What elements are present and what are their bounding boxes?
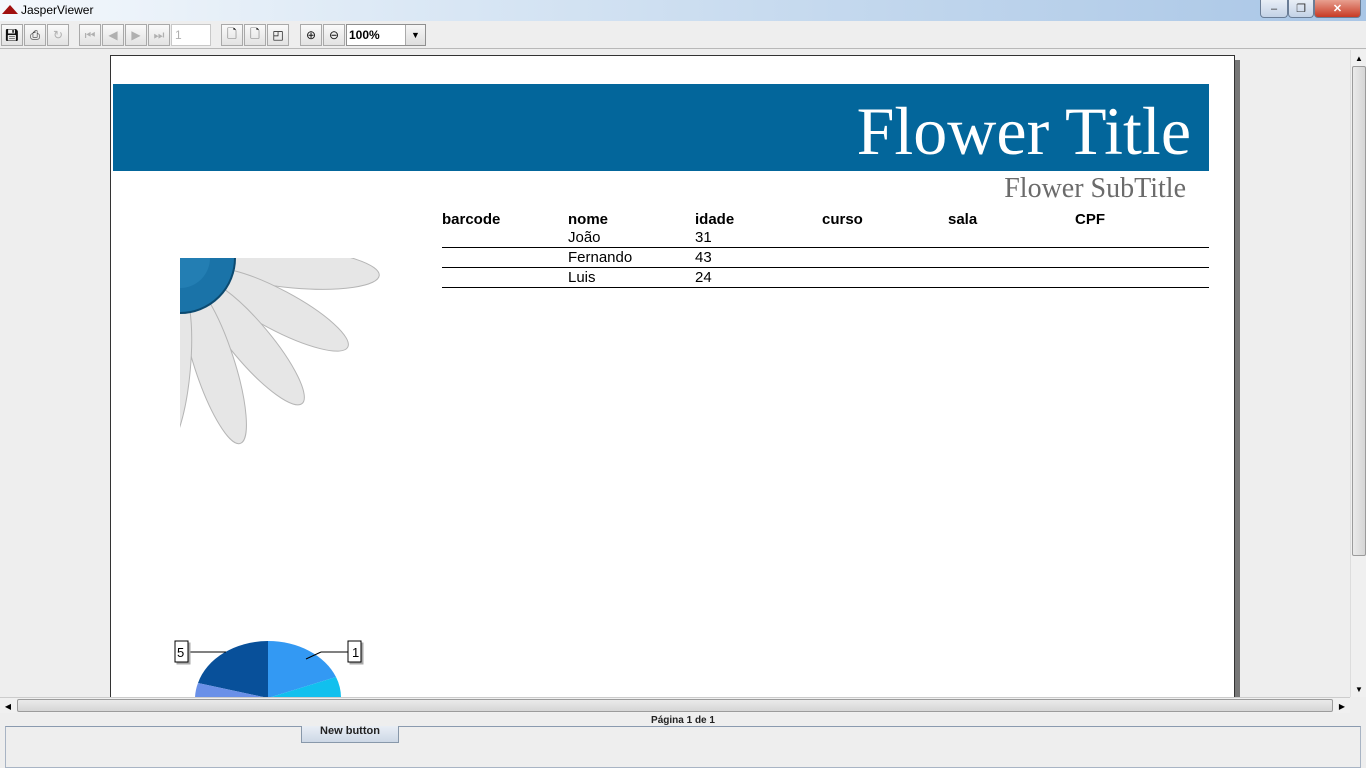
cell-idade: 43 [695, 249, 712, 266]
scroll-up-icon[interactable]: ▲ [1351, 50, 1366, 66]
zoom-select[interactable]: 100% ▼ [346, 24, 426, 46]
last-page-button[interactable]: ⏭ [148, 24, 170, 46]
row-divider [442, 287, 1209, 288]
save-button[interactable]: 💾︎ [1, 24, 23, 46]
chevron-down-icon[interactable]: ▼ [405, 25, 425, 45]
title-banner: Flower Title [113, 84, 1209, 171]
last-page-icon: ⏭ [153, 27, 165, 42]
title-bar: JasperViewer – ❐ ✕ [0, 0, 1366, 21]
toolbar: 💾︎ ⎙ ↻ ⏮ ◀ ▶ ⏭ 1 🗋 🗋 ◰ ⊕ ⊖ 100% ▼ [0, 21, 1366, 49]
new-button[interactable]: New button [301, 726, 399, 743]
cell-nome: Luis [568, 269, 596, 286]
horizontal-scroll-thumb[interactable] [17, 699, 1333, 712]
cell-idade: 24 [695, 269, 712, 286]
zoom-out-button[interactable]: ⊖ [323, 24, 345, 46]
scroll-down-icon[interactable]: ▼ [1351, 681, 1366, 697]
row-divider [442, 267, 1209, 268]
flower-image [180, 258, 380, 453]
report-title: Flower Title [856, 93, 1191, 169]
page-icon: 🗋 [227, 26, 237, 41]
reload-icon: ↻ [52, 28, 64, 42]
vertical-scroll-thumb[interactable] [1352, 66, 1366, 556]
fit-page-button[interactable]: 🗋 [244, 24, 266, 46]
zoom-out-icon: ⊖ [328, 28, 340, 42]
cell-nome: Fernando [568, 249, 633, 266]
next-page-button[interactable]: ▶ [125, 24, 147, 46]
column-header-cpf: CPF [1075, 211, 1105, 228]
restore-button[interactable]: ❐ [1288, 0, 1314, 18]
row-divider [442, 247, 1209, 248]
previous-page-button[interactable]: ◀ [102, 24, 124, 46]
horizontal-scrollbar[interactable]: ◀ ▶ [0, 697, 1350, 713]
fit-page-icon: 🗋 [250, 26, 260, 41]
report-page: Flower Title Flower SubTitle barcode nom… [110, 55, 1235, 697]
column-header-nome: nome [568, 211, 609, 228]
pie-label-right: 1 [352, 645, 360, 660]
pie-chart [174, 640, 362, 697]
window-title: JasperViewer [21, 3, 94, 17]
scroll-left-icon[interactable]: ◀ [0, 698, 16, 714]
pie-label-left: 5 [177, 645, 185, 660]
column-header-sala: sala [948, 211, 978, 228]
fit-width-button[interactable]: ◰ [267, 24, 289, 46]
fit-width-icon: ◰ [272, 28, 284, 42]
reload-button[interactable]: ↻ [47, 24, 69, 46]
first-page-icon: ⏮ [84, 27, 96, 42]
print-icon: ⎙ [30, 27, 40, 42]
column-header-curso: curso [822, 211, 863, 228]
print-button[interactable]: ⎙ [24, 24, 46, 46]
close-button[interactable]: ✕ [1314, 0, 1361, 18]
bottom-panel: New button [5, 726, 1361, 768]
minimize-button[interactable]: – [1260, 0, 1288, 18]
scroll-right-icon[interactable]: ▶ [1334, 698, 1350, 714]
cell-idade: 31 [695, 229, 712, 246]
next-icon: ▶ [131, 28, 141, 42]
cell-nome: João [568, 229, 601, 246]
column-header-idade: idade [695, 211, 735, 228]
report-viewport: Flower Title Flower SubTitle barcode nom… [0, 50, 1350, 697]
zoom-in-icon: ⊕ [305, 28, 317, 42]
vertical-scrollbar[interactable]: ▲ ▼ [1350, 50, 1366, 697]
jasper-logo-icon [2, 5, 18, 14]
previous-icon: ◀ [108, 28, 118, 42]
report-subtitle: Flower SubTitle [1004, 173, 1186, 204]
actual-size-button[interactable]: 🗋 [221, 24, 243, 46]
page-status: Página 1 de 1 [651, 715, 715, 726]
column-header-barcode: barcode [442, 211, 501, 228]
save-icon: 💾︎ [4, 28, 20, 42]
first-page-button[interactable]: ⏮ [79, 24, 101, 46]
zoom-in-button[interactable]: ⊕ [300, 24, 322, 46]
zoom-value: 100% [349, 28, 380, 42]
page-number-input[interactable]: 1 [171, 24, 211, 46]
